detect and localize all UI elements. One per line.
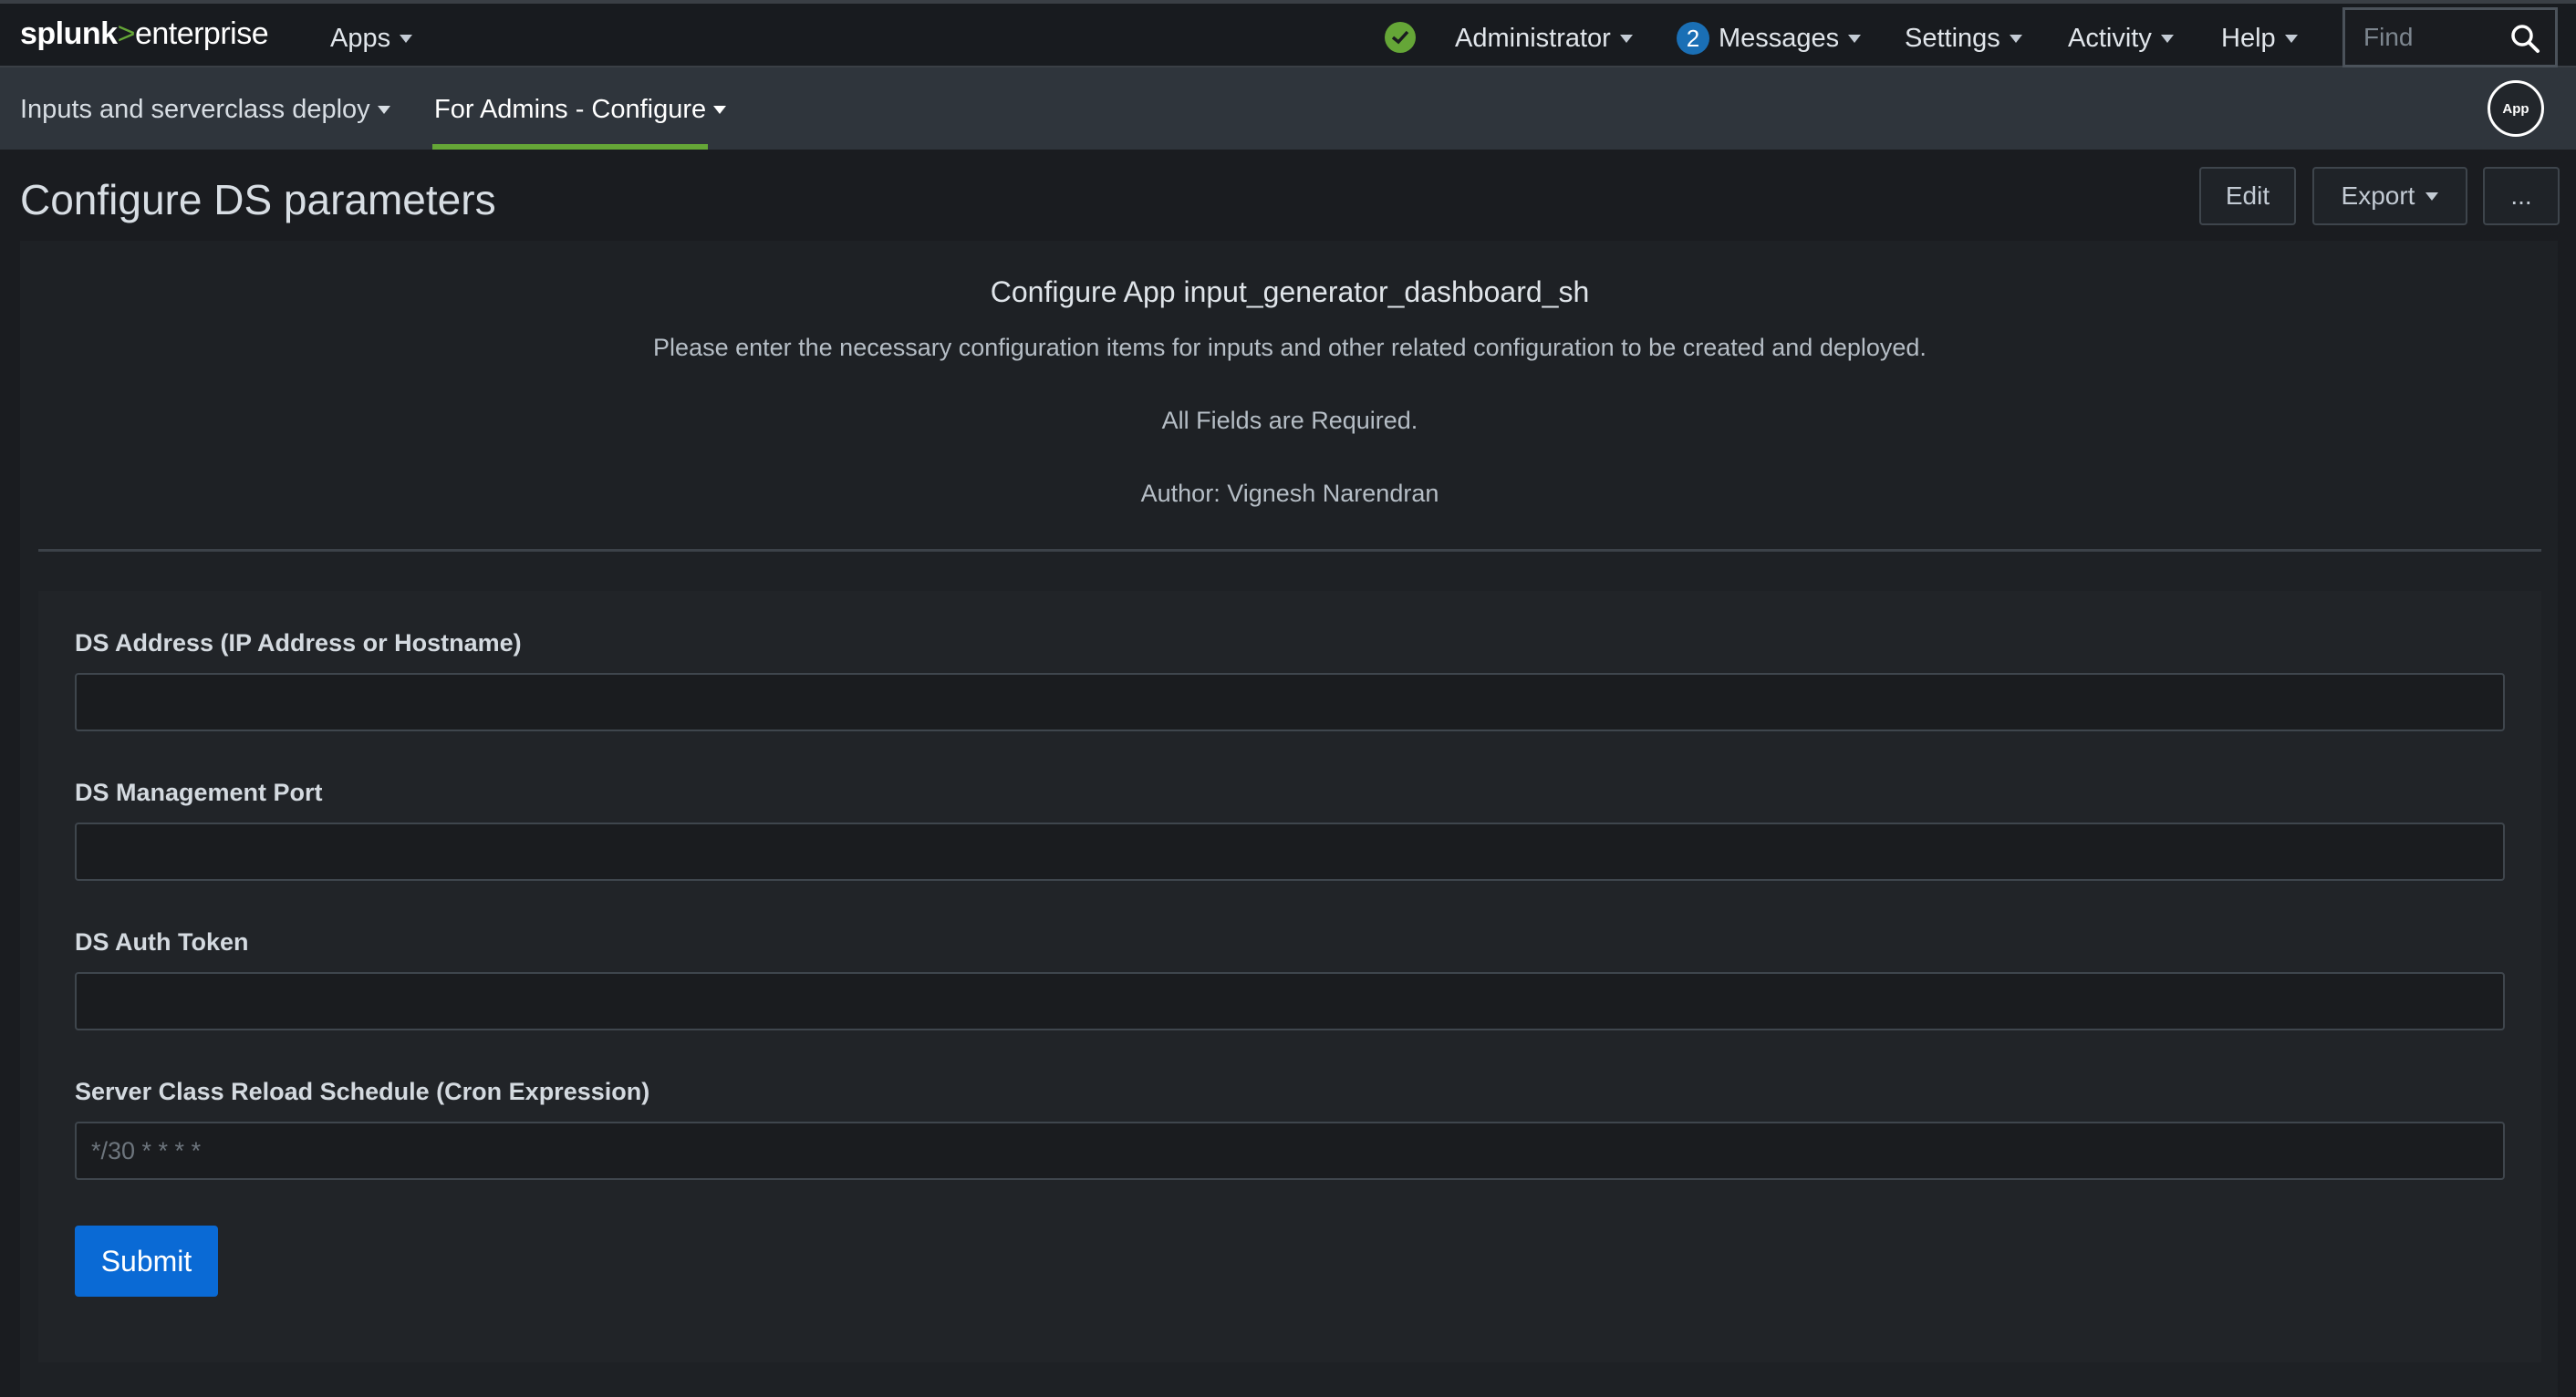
info-title: Configure App input_generator_dashboard_… [990,275,1590,308]
submit-button[interactable]: Submit [75,1226,218,1297]
app-navigation-bar: Inputs and serverclass deploy For Admins… [0,67,2576,150]
more-actions-button[interactable]: ... [2483,167,2560,225]
caret-down-icon [713,105,727,114]
author-note: Author: Vignesh Narendran [1140,480,1439,507]
ds-management-port-input[interactable] [75,823,2505,881]
page-title: Configure DS parameters [20,176,496,223]
caret-down-icon [1848,34,1862,43]
settings-menu[interactable]: Settings [1905,20,2022,57]
health-status-ok-icon[interactable] [1385,22,1416,53]
ds-management-port-label: DS Management Port [75,779,323,806]
top-navigation-bar: splunk>enterprise Apps Administrator 2 M… [0,0,2576,67]
caret-down-icon [1619,34,1633,43]
ds-address-input[interactable] [75,673,2505,731]
caret-down-icon [2160,34,2174,43]
ds-auth-token-label: DS Auth Token [75,928,249,956]
apps-menu[interactable]: Apps [330,20,413,57]
ds-address-label: DS Address (IP Address or Hostname) [75,629,522,657]
edit-button[interactable]: Edit [2199,167,2296,225]
find-search-box [2342,7,2558,67]
info-description: Please enter the necessary configuration… [653,334,1927,361]
reload-schedule-label: Server Class Reload Schedule (Cron Expre… [75,1078,650,1105]
splunk-logo[interactable]: splunk>enterprise [20,16,269,52]
required-note: All Fields are Required. [1161,407,1418,434]
search-icon[interactable] [2509,23,2540,58]
caret-down-icon [2009,34,2022,43]
active-tab-indicator [432,144,708,150]
nav-inputs-serverclass-deploy[interactable]: Inputs and serverclass deploy [20,91,390,128]
app-icon[interactable]: App [2488,80,2544,137]
caret-down-icon [2425,191,2439,201]
user-menu[interactable]: Administrator [1455,20,1633,57]
help-menu[interactable]: Help [2221,20,2298,57]
ds-auth-token-input[interactable] [75,972,2505,1030]
find-input[interactable] [2363,23,2500,52]
caret-down-icon [377,105,390,114]
messages-count-badge: 2 [1677,22,1709,55]
nav-for-admins-configure[interactable]: For Admins - Configure [434,91,727,128]
divider [38,549,2541,552]
export-button[interactable]: Export [2312,167,2467,225]
reload-schedule-input[interactable] [75,1122,2505,1180]
activity-menu[interactable]: Activity [2068,20,2174,57]
messages-menu[interactable]: 2 Messages [1677,20,1862,57]
caret-down-icon [400,34,413,43]
caret-down-icon [2284,34,2298,43]
